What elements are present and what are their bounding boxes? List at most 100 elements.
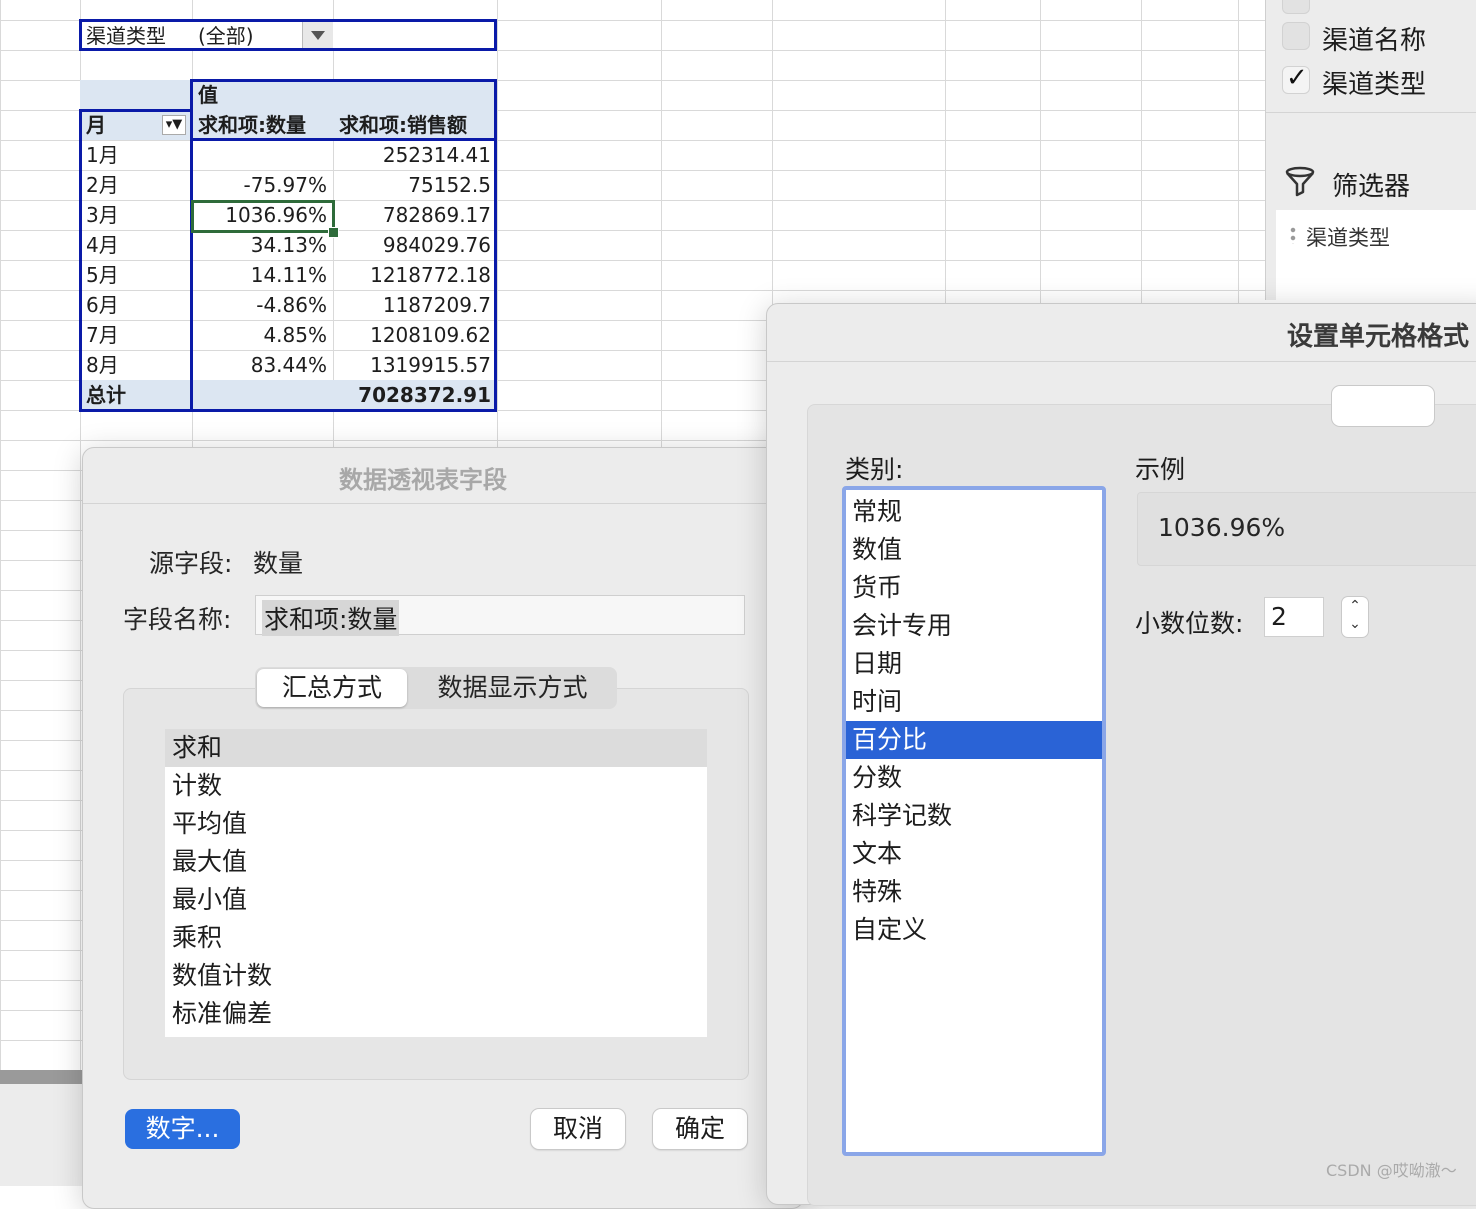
row-qty[interactable]: 83.44% bbox=[192, 350, 333, 380]
filter-funnel-icon bbox=[1285, 166, 1315, 197]
col-header-sales[interactable]: 求和项:销售额 bbox=[333, 110, 497, 140]
category-item[interactable]: 数值 bbox=[846, 531, 1102, 569]
field-checkbox-channel-name[interactable] bbox=[1282, 22, 1310, 50]
field-label-channel-type: 渠道类型 bbox=[1322, 70, 1427, 100]
filter-dropdown-button[interactable] bbox=[302, 22, 333, 48]
selected-cell[interactable] bbox=[191, 200, 335, 233]
tab-summarize-by[interactable]: 汇总方式 bbox=[257, 669, 407, 707]
row-qty[interactable]: -75.97% bbox=[192, 170, 333, 200]
category-item[interactable]: 特殊 bbox=[846, 873, 1102, 911]
row-sales[interactable]: 75152.5 bbox=[333, 170, 497, 200]
row-month[interactable]: 2月 bbox=[80, 170, 192, 200]
row-filter-icon[interactable]: ▾▼ bbox=[162, 115, 186, 135]
checkmark-icon: ✓ bbox=[1286, 63, 1308, 93]
cancel-button[interactable]: 取消 bbox=[531, 1109, 625, 1149]
row-month[interactable]: 3月 bbox=[80, 200, 192, 230]
total-sales[interactable]: 7028372.91 bbox=[333, 380, 497, 410]
row-month[interactable]: 7月 bbox=[80, 320, 192, 350]
row-sales[interactable]: 1319915.57 bbox=[333, 350, 497, 380]
field-name-input[interactable]: 求和项:数量 bbox=[255, 595, 745, 636]
field-label-channel-name: 渠道名称 bbox=[1322, 26, 1427, 56]
category-list[interactable]: 常规 数值 货币 会计专用 日期 时间 百分比 分数 科学记数 文本 特殊 自定义 bbox=[842, 486, 1106, 1156]
category-item[interactable]: 货币 bbox=[846, 569, 1102, 607]
category-item[interactable]: 日期 bbox=[846, 645, 1102, 683]
row-header-month[interactable]: 月 ▾▼ bbox=[80, 110, 192, 140]
row-qty[interactable] bbox=[192, 140, 333, 170]
report-filter-row: 渠道类型 (全部) bbox=[79, 19, 497, 51]
row-month[interactable]: 1月 bbox=[80, 140, 192, 170]
row-sales[interactable]: 1218772.18 bbox=[333, 260, 497, 290]
decimal-places-label: 小数位数: bbox=[1135, 609, 1244, 638]
chevron-up-icon[interactable]: ⌃ bbox=[1342, 597, 1368, 615]
sample-label: 示例 bbox=[1135, 455, 1186, 484]
decimal-stepper[interactable]: ⌃ ⌄ bbox=[1342, 597, 1368, 637]
row-sales[interactable]: 1208109.62 bbox=[333, 320, 497, 350]
dialog-title: 数据透视表字段 bbox=[339, 466, 507, 494]
pivot-field-dialog: 数据透视表字段 源字段: 数量 字段名称: 求和项:数量 汇总方式 数据显示方式… bbox=[82, 447, 804, 1209]
sheet-bottom-area bbox=[0, 1084, 82, 1186]
decimal-places-input[interactable]: 2 bbox=[1264, 597, 1324, 637]
row-qty[interactable]: -4.86% bbox=[192, 290, 333, 320]
row-month[interactable]: 6月 bbox=[80, 290, 192, 320]
category-item[interactable]: 自定义 bbox=[846, 911, 1102, 949]
field-name-value: 求和项:数量 bbox=[262, 600, 400, 636]
pivot-corner-cell bbox=[80, 80, 192, 110]
category-item[interactable]: 文本 bbox=[846, 835, 1102, 873]
report-filter-value: (全部) bbox=[198, 24, 254, 48]
row-month[interactable]: 4月 bbox=[80, 230, 192, 260]
sample-box: 1036.96% bbox=[1137, 492, 1476, 566]
field-name-label: 字段名称: bbox=[123, 605, 232, 634]
field-checkbox-channel-type[interactable]: ✓ bbox=[1282, 63, 1310, 94]
drag-handle-icon[interactable] bbox=[1290, 226, 1296, 244]
category-label: 类别: bbox=[845, 455, 904, 484]
category-item[interactable]: 时间 bbox=[846, 683, 1102, 721]
category-item[interactable]: 常规 bbox=[846, 493, 1102, 531]
tab-show-values-as[interactable]: 数据显示方式 bbox=[410, 669, 615, 707]
report-filter-label: 渠道类型 bbox=[86, 24, 166, 48]
row-qty[interactable]: 4.85% bbox=[192, 320, 333, 350]
row-sales[interactable]: 984029.76 bbox=[333, 230, 497, 260]
chevron-down-icon[interactable]: ⌄ bbox=[1342, 615, 1368, 633]
filters-section-title: 筛选器 bbox=[1332, 172, 1411, 202]
col-header-qty[interactable]: 求和项:数量 bbox=[192, 110, 333, 140]
summary-item[interactable]: 最小值 bbox=[165, 881, 707, 919]
row-month[interactable]: 8月 bbox=[80, 350, 192, 380]
row-qty[interactable]: 14.11% bbox=[192, 260, 333, 290]
format-tab[interactable] bbox=[1332, 386, 1434, 426]
values-header: 值 bbox=[192, 80, 497, 110]
field-checkbox-hidden[interactable] bbox=[1282, 0, 1310, 14]
row-qty[interactable]: 34.13% bbox=[192, 230, 333, 260]
summary-item[interactable]: 标准偏差 bbox=[165, 995, 707, 1033]
category-item[interactable]: 百分比 bbox=[846, 721, 1102, 759]
summary-item[interactable]: 计数 bbox=[165, 767, 707, 805]
row-sales[interactable]: 1187209.7 bbox=[333, 290, 497, 320]
sheet-scrollbar[interactable] bbox=[0, 1070, 82, 1084]
summary-item[interactable]: 最大值 bbox=[165, 843, 707, 881]
fill-handle[interactable] bbox=[328, 227, 339, 238]
watermark: CSDN @哎呦澈～ bbox=[1326, 1161, 1457, 1180]
ok-button[interactable]: 确定 bbox=[653, 1109, 747, 1149]
pivot-field-list-panel: 渠道名称 ✓ 渠道类型 筛选器 渠道类型 bbox=[1265, 0, 1476, 300]
category-item[interactable]: 会计专用 bbox=[846, 607, 1102, 645]
summary-item[interactable]: 数值计数 bbox=[165, 957, 707, 995]
row-sales[interactable]: 782869.17 bbox=[333, 200, 497, 230]
total-label: 总计 bbox=[80, 380, 192, 410]
summary-function-list[interactable]: 求和 计数 平均值 最大值 最小值 乘积 数值计数 标准偏差 bbox=[165, 729, 707, 1037]
summary-item[interactable]: 求和 bbox=[165, 729, 707, 767]
tab-bar: 汇总方式 数据显示方式 bbox=[255, 667, 617, 709]
summary-item[interactable]: 乘积 bbox=[165, 919, 707, 957]
dialog-title: 设置单元格格式 bbox=[1287, 322, 1470, 352]
category-item[interactable]: 科学记数 bbox=[846, 797, 1102, 835]
source-field-value: 数量 bbox=[253, 549, 304, 578]
row-header-label: 月 bbox=[86, 113, 106, 137]
summary-item[interactable]: 平均值 bbox=[165, 805, 707, 843]
source-field-label: 源字段: bbox=[149, 549, 233, 578]
sample-value: 1036.96% bbox=[1158, 513, 1286, 542]
format-cells-dialog: 设置单元格格式 类别: 常规 数值 货币 会计专用 日期 时间 百分比 分数 科学记数 文本 特殊自… bbox=[766, 303, 1476, 1206]
row-month[interactable]: 5月 bbox=[80, 260, 192, 290]
row-sales[interactable]: 252314.41 bbox=[333, 140, 497, 170]
filter-item-channel-type[interactable]: 渠道类型 bbox=[1306, 222, 1390, 252]
total-qty-cell[interactable] bbox=[192, 380, 333, 410]
number-format-button[interactable]: 数字... bbox=[125, 1109, 240, 1149]
category-item[interactable]: 分数 bbox=[846, 759, 1102, 797]
